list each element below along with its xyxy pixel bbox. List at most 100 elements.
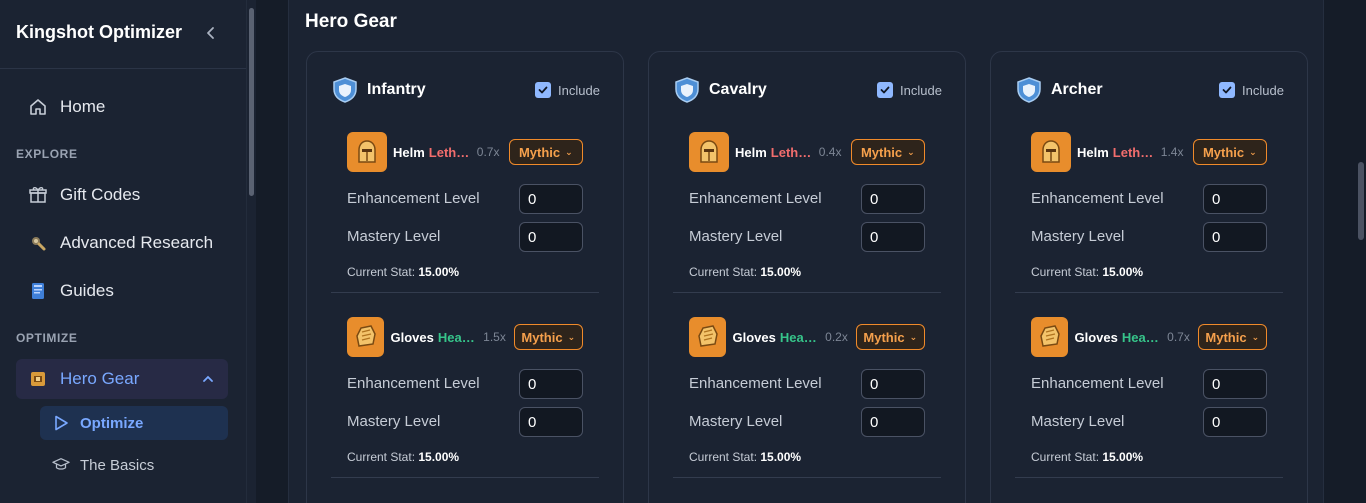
sidebar-item-advanced-research[interactable]: Advanced Research (16, 223, 228, 263)
sidebar-divider (0, 68, 246, 69)
gear-divider (331, 292, 599, 293)
gear-multiplier: 0.4x (818, 145, 842, 159)
current-stat-label: Current Stat: (1031, 265, 1100, 279)
include-toggle[interactable]: Include (535, 82, 600, 98)
current-stat: Current Stat: 15.00% (347, 450, 459, 464)
mastery-input[interactable] (1203, 222, 1267, 252)
sidebar: Kingshot Optimizer Home EXPLORE Gift Cod… (0, 0, 246, 503)
chevron-left-icon[interactable] (204, 25, 218, 41)
current-stat: Current Stat: 15.00% (689, 450, 801, 464)
sidebar-subitem-the-basics[interactable]: The Basics (40, 448, 228, 482)
sidebar-subitem-next[interactable] (40, 492, 228, 503)
current-stat: Current Stat: 15.00% (1031, 265, 1143, 279)
sidebar-item-label: Gift Codes (60, 185, 141, 204)
current-stat-value: 15.00% (760, 265, 802, 279)
include-checkbox[interactable] (535, 82, 551, 98)
section-explore: EXPLORE (16, 147, 78, 161)
enhancement-input[interactable] (861, 369, 925, 399)
gear-divider (673, 477, 941, 478)
book-icon (28, 281, 48, 301)
chevron-down-icon: ⌄ (909, 331, 918, 342)
chevron-down-icon: ⌄ (1251, 331, 1260, 342)
gear-name: Helm (393, 144, 425, 160)
include-checkbox[interactable] (1219, 82, 1235, 98)
tier-value: Mythic (860, 144, 903, 160)
mastery-input[interactable] (519, 407, 583, 437)
tier-select[interactable]: Mythic ⌄ (850, 139, 925, 165)
include-label: Include (1242, 82, 1284, 98)
enhancement-input[interactable] (519, 184, 583, 214)
research-icon (28, 233, 48, 253)
troop-card-archer: Archer Include Helm Lethality 1.4x Mythi… (990, 51, 1308, 503)
mastery-input[interactable] (1203, 407, 1267, 437)
troop-card-infantry: Infantry Include Helm Lethality 0.7x Myt… (306, 51, 624, 503)
gear-header: Helm Lethality 0.7x Mythic ⌄ (347, 132, 583, 172)
mastery-label: Mastery Level (1031, 228, 1125, 245)
gear-header: Gloves Health 0.2x Mythic ⌄ (689, 317, 925, 357)
enhancement-input[interactable] (861, 184, 925, 214)
sidebar-item-home[interactable]: Home (16, 87, 228, 127)
include-toggle[interactable]: Include (1219, 82, 1284, 98)
troop-shield-icon (333, 77, 357, 103)
sidebar-item-label: Home (60, 97, 106, 116)
sidebar-item-gift-codes[interactable]: Gift Codes (16, 175, 228, 215)
sidebar-item-guides[interactable]: Guides (16, 271, 228, 311)
current-stat-label: Current Stat: (689, 450, 758, 464)
tier-select[interactable]: Mythic ⌄ (508, 139, 583, 165)
mastery-input[interactable] (861, 407, 925, 437)
gear-stat: Health (779, 329, 820, 345)
gear-multiplier: 1.5x (483, 330, 506, 344)
enhancement-input[interactable] (1203, 369, 1267, 399)
tier-value: Mythic (863, 329, 905, 345)
mastery-label: Mastery Level (689, 228, 783, 245)
current-stat-value: 15.00% (418, 265, 460, 279)
gear-header: Helm Lethality 0.4x Mythic ⌄ (689, 132, 925, 172)
sidebar-item-label: Advanced Research (60, 233, 214, 252)
mastery-input[interactable] (861, 222, 925, 252)
mastery-input[interactable] (519, 222, 583, 252)
gear-header: Gloves Health 1.5x Mythic ⌄ (347, 317, 583, 357)
sidebar-subitem-optimize[interactable]: Optimize (40, 406, 228, 440)
graduation-cap-icon (52, 456, 70, 474)
sidebar-item-hero-gear[interactable]: Hero Gear (16, 359, 228, 399)
chevron-down-icon: ⌄ (567, 331, 576, 342)
gear-stat: Lethality (428, 144, 471, 160)
enhancement-label: Enhancement Level (347, 190, 480, 207)
gear-divider (1015, 477, 1283, 478)
include-label: Include (558, 82, 600, 98)
current-stat-value: 15.00% (1102, 265, 1144, 279)
sidebar-scrollbar[interactable] (246, 0, 256, 503)
enhancement-label: Enhancement Level (1031, 375, 1164, 392)
card-title: Infantry (367, 81, 426, 98)
current-stat: Current Stat: 15.00% (347, 265, 459, 279)
troop-card-cavalry: Cavalry Include Helm Lethality 0.4x Myth… (648, 51, 966, 503)
enhancement-label: Enhancement Level (689, 190, 822, 207)
current-stat-value: 15.00% (1102, 450, 1144, 464)
current-stat: Current Stat: 15.00% (689, 265, 801, 279)
include-label: Include (900, 82, 942, 98)
tier-select[interactable]: Mythic ⌄ (855, 324, 925, 350)
gear-name: Gloves (1074, 329, 1118, 345)
tier-select[interactable]: Mythic ⌄ (1192, 139, 1267, 165)
tier-value: Mythic (518, 144, 561, 160)
gear-piece-icon (689, 132, 729, 172)
chevron-up-icon[interactable] (202, 373, 214, 385)
sidebar-item-label: Optimize (80, 414, 144, 432)
include-toggle[interactable]: Include (877, 82, 942, 98)
card-header: Cavalry (673, 76, 767, 104)
gear-divider (673, 292, 941, 293)
chevron-down-icon: ⌄ (565, 146, 573, 157)
gear-divider (331, 477, 599, 478)
tier-select[interactable]: Mythic ⌄ (513, 324, 583, 350)
enhancement-input[interactable] (1203, 184, 1267, 214)
current-stat-value: 15.00% (760, 450, 802, 464)
page-scrollbar[interactable] (1356, 0, 1366, 503)
enhancement-input[interactable] (519, 369, 583, 399)
gear-header: Gloves Health 0.7x Mythic ⌄ (1031, 317, 1267, 357)
sidebar-scroll-thumb[interactable] (249, 8, 254, 196)
include-checkbox[interactable] (877, 82, 893, 98)
tier-select[interactable]: Mythic ⌄ (1197, 324, 1267, 350)
page-title: Hero Gear (305, 11, 397, 32)
card-title: Archer (1051, 81, 1103, 98)
page-scroll-thumb[interactable] (1358, 162, 1364, 240)
